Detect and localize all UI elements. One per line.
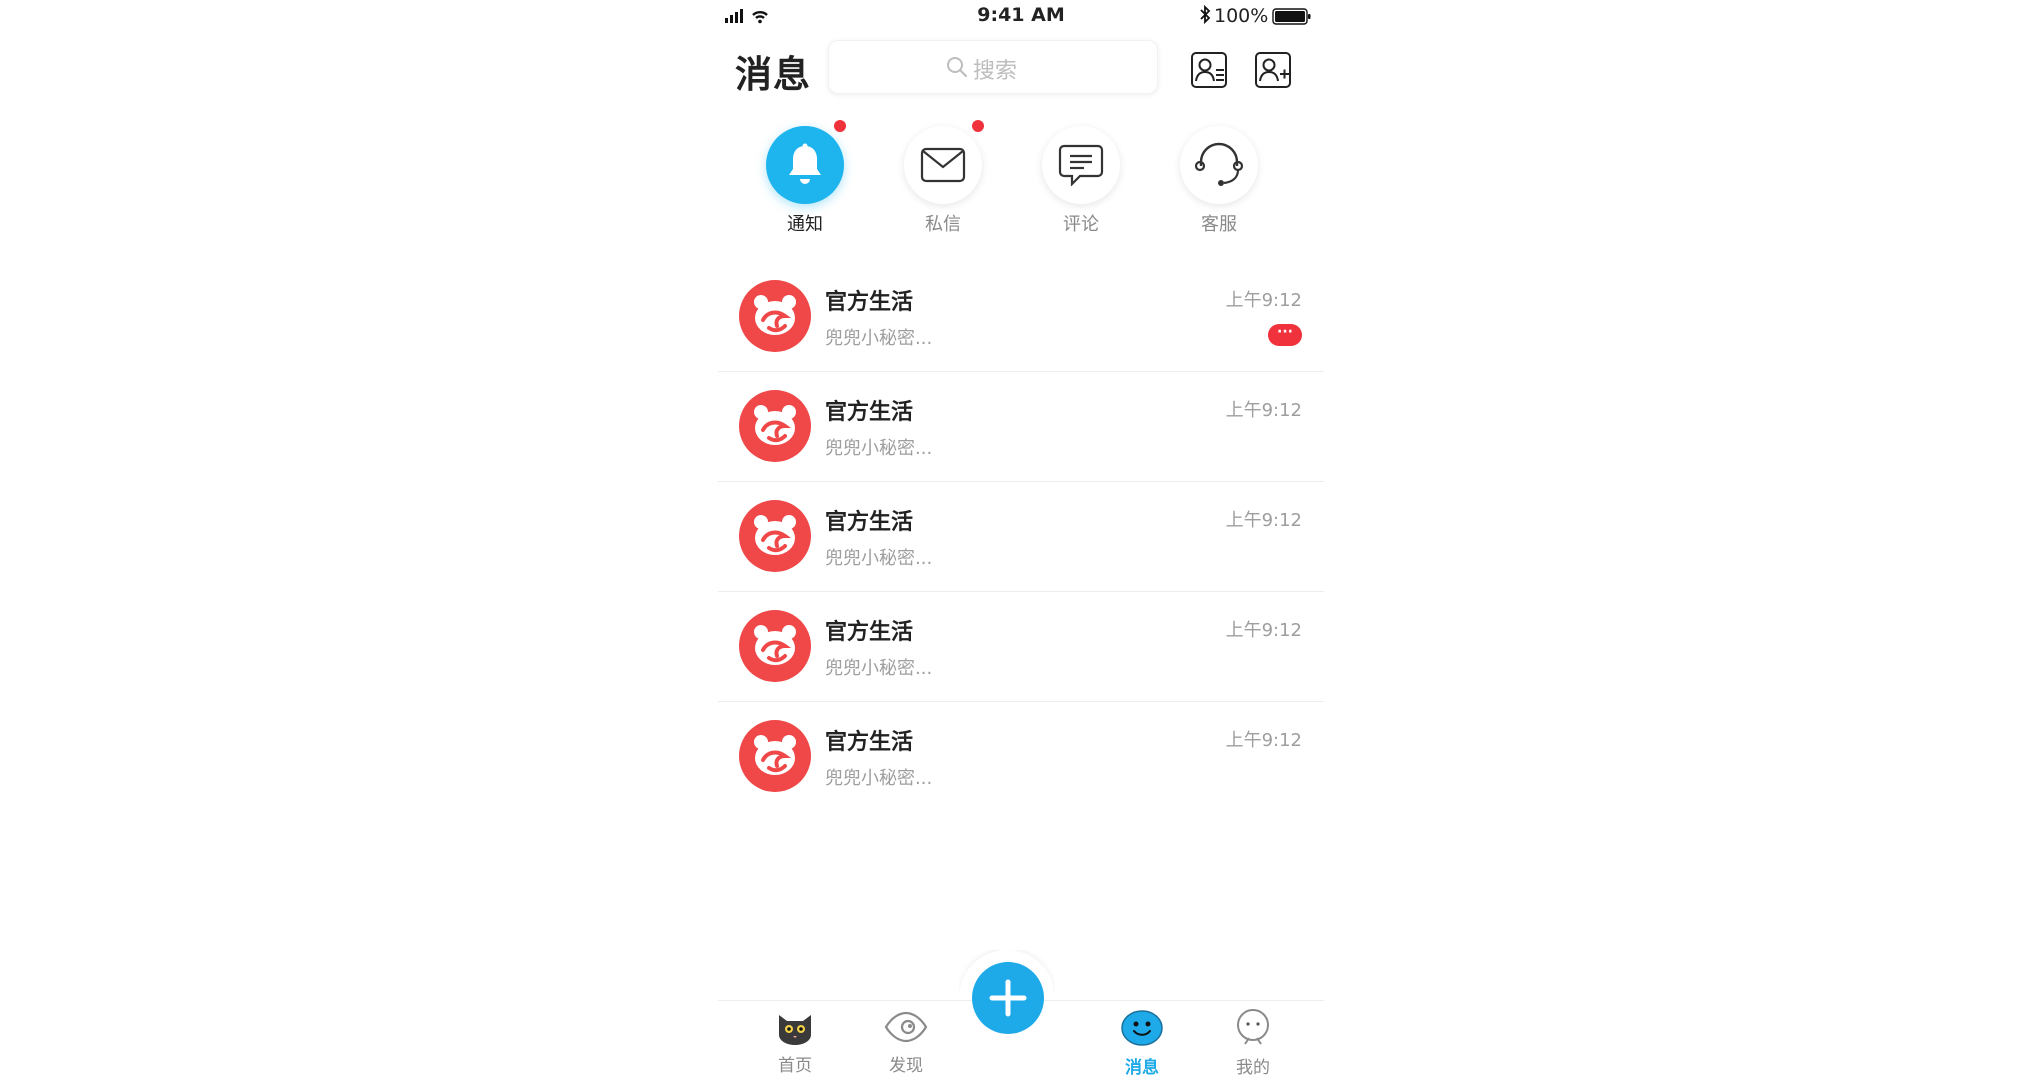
unread-badge: ··· (1268, 324, 1302, 346)
message-time: 上午9:12 (1225, 290, 1302, 311)
quick-action-private-messages[interactable]: 私信 (903, 120, 984, 236)
message-time: 上午9:12 (1225, 620, 1302, 641)
add-friend-icon[interactable] (1254, 50, 1294, 90)
plus-icon (989, 979, 1027, 1017)
message-row[interactable]: 官方生活 兜兜小秘密... 上午9:12 (718, 592, 1324, 702)
mail-circle (904, 120, 984, 204)
tab-label: 首页 (778, 1056, 812, 1076)
headset-circle (1180, 126, 1258, 204)
message-preview: 兜兜小秘密... (825, 658, 933, 679)
battery-icon (1272, 8, 1311, 25)
message-preview: 兜兜小秘密... (825, 438, 933, 459)
contacts-list-icon[interactable] (1190, 50, 1230, 90)
message-preview: 兜兜小秘密... (825, 328, 933, 349)
message-row[interactable]: 官方生活 兜兜小秘密... 上午9:12 ··· (718, 262, 1324, 372)
page-title: 消息 (735, 53, 811, 96)
tab-discover[interactable]: 发现 (871, 1009, 941, 1076)
quick-action-label: 私信 (925, 214, 961, 235)
cat-face-icon (779, 1015, 811, 1045)
tab-label: 消息 (1125, 1058, 1159, 1078)
comment-icon (1058, 144, 1104, 186)
message-list: 官方生活 兜兜小秘密... 上午9:12 ··· 官方生活 兜兜小秘密... 上… (718, 262, 1324, 812)
quick-action-label: 通知 (787, 214, 823, 235)
eye-icon (884, 1011, 928, 1043)
add-post-button[interactable] (972, 962, 1044, 1034)
quick-action-customer-service[interactable]: 客服 (1179, 126, 1259, 236)
sender-name: 官方生活 (825, 730, 914, 755)
smiley-bubble-icon (1121, 1010, 1163, 1046)
message-row[interactable]: 官方生活 兜兜小秘密... 上午9:12 (718, 482, 1324, 592)
sender-name: 官方生活 (825, 400, 914, 425)
comment-circle (1042, 126, 1120, 204)
bluetooth-icon (1200, 4, 1211, 25)
tab-me[interactable]: 我的 (1218, 1009, 1288, 1078)
bear-avatar-icon (739, 720, 811, 792)
message-time: 上午9:12 (1225, 510, 1302, 531)
message-preview: 兜兜小秘密... (825, 548, 933, 569)
sender-name: 官方生活 (825, 290, 914, 315)
search-icon (947, 57, 968, 78)
search-input[interactable]: 搜索 (828, 40, 1158, 94)
bear-avatar-icon (739, 610, 811, 682)
message-time: 上午9:12 (1225, 400, 1302, 421)
sender-name: 官方生活 (825, 620, 914, 645)
search-placeholder: 搜索 (973, 59, 1018, 84)
message-row[interactable]: 官方生活 兜兜小秘密... 上午9:12 (718, 372, 1324, 482)
tab-label: 发现 (889, 1056, 923, 1076)
notification-circle (766, 120, 846, 204)
quick-action-comments[interactable]: 评论 (1041, 126, 1121, 236)
message-preview: 兜兜小秘密... (825, 768, 933, 789)
status-bar: 9:41 AM 100% (718, 0, 1324, 34)
bear-avatar-icon (739, 390, 811, 462)
quick-action-label: 客服 (1201, 214, 1237, 235)
quick-action-notifications[interactable]: 通知 (765, 120, 846, 236)
tab-home[interactable]: 首页 (760, 1009, 830, 1076)
headset-icon (1194, 142, 1244, 186)
person-face-icon (1237, 1009, 1269, 1045)
bear-avatar-icon (739, 280, 811, 352)
unread-dot (972, 120, 984, 132)
quick-action-label: 评论 (1063, 214, 1099, 235)
bell-icon (789, 143, 821, 184)
message-row[interactable]: 官方生活 兜兜小秘密... 上午9:12 (718, 702, 1324, 812)
unread-dot (834, 120, 846, 132)
tab-label: 我的 (1236, 1058, 1270, 1078)
sender-name: 官方生活 (825, 510, 914, 535)
message-time: 上午9:12 (1225, 730, 1302, 751)
battery-percent: 100% (1214, 5, 1269, 27)
tab-messages[interactable]: 消息 (1107, 1009, 1177, 1078)
phone-screen: 9:41 AM 100% 消息 搜索 通知 私信 评论 客服 官方生活 兜兜小秘… (718, 0, 1324, 1081)
bear-avatar-icon (739, 500, 811, 572)
mail-icon (920, 147, 966, 183)
